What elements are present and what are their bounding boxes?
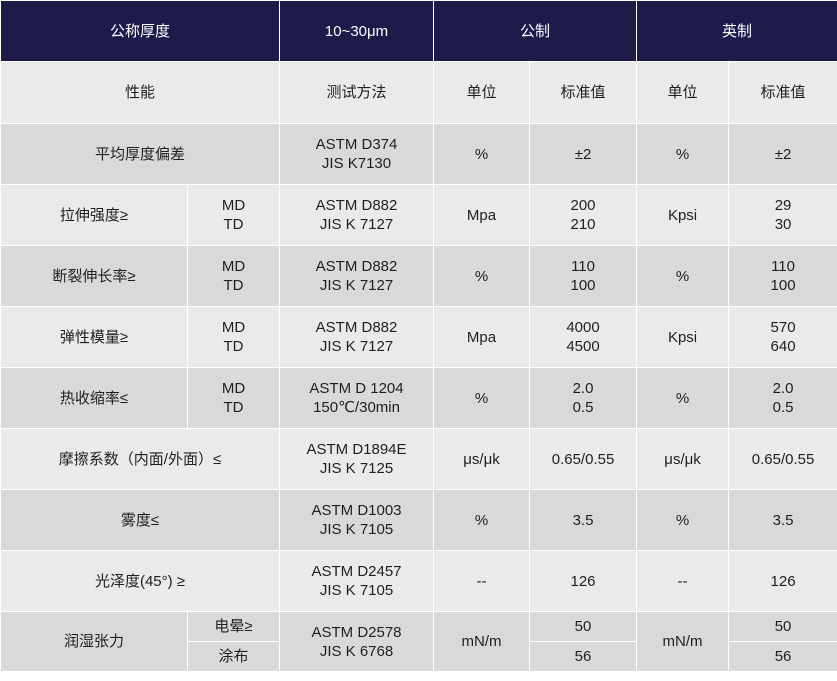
subheader-metric-value: 标准值 [529,61,638,124]
metric-value-cell: ±2 [529,123,638,185]
method-cell: ASTM D 1204 150℃/30min [279,367,435,429]
header-metric: 公制 [433,0,638,62]
property-cell: 润湿张力 [0,611,188,672]
metric-unit-cell: -- [433,550,531,612]
imperial-value-cell: 29 30 [728,184,837,246]
imperial-unit-cell: -- [636,550,730,612]
imperial-unit-cell: Kpsi [636,306,730,368]
metric-value-cell: 0.65/0.55 [529,428,638,490]
table-row: 光泽度(45°) ≥ ASTM D2457 JIS K 7105 -- 126 … [0,550,837,612]
method-cell: ASTM D2457 JIS K 7105 [279,550,435,612]
imperial-unit-cell: % [636,367,730,429]
table-row: 拉伸强度≥ MD TD ASTM D882 JIS K 7127 Mpa 200… [0,184,837,246]
metric-unit-cell: mN/m [433,611,531,672]
method-cell: ASTM D882 JIS K 7127 [279,184,435,246]
method-cell: ASTM D1894E JIS K 7125 [279,428,435,490]
imperial-unit-cell: Kpsi [636,184,730,246]
spec-table: 公称厚度 10~30μm 公制 英制 性能 测试方法 单位 标准值 单位 标准值… [0,0,837,672]
method-cell: ASTM D374 JIS K7130 [279,123,435,185]
imperial-value-cell: 570 640 [728,306,837,368]
method-cell: ASTM D1003 JIS K 7105 [279,489,435,551]
imperial-corona-value: 50 [728,611,837,642]
subheader-imperial-unit: 单位 [636,61,730,124]
method-cell: ASTM D882 JIS K 7127 [279,306,435,368]
property-cell: 弹性模量≥ [0,306,188,368]
imperial-value-cell: 126 [728,550,837,612]
imperial-unit-cell: μs/μk [636,428,730,490]
direction-cell: MD TD [186,367,281,429]
metric-value-cell: 126 [529,550,638,612]
imperial-unit-cell: mN/m [636,611,730,672]
metric-coated-value: 56 [529,641,638,672]
direction-cell: MD TD [186,245,281,307]
property-cell: 雾度≤ [0,489,281,551]
metric-value-cell: 4000 4500 [529,306,638,368]
subheader-method: 测试方法 [279,61,435,124]
imperial-value-cell: 0.65/0.55 [728,428,837,490]
table-row: 润湿张力 电晕≥ ASTM D2578 JIS K 6768 mN/m 50 m… [0,611,837,672]
metric-unit-cell: Mpa [433,306,531,368]
imperial-value-cell: ±2 [728,123,837,185]
direction-cell: MD TD [186,184,281,246]
metric-unit-cell: % [433,245,531,307]
direction-cell: MD TD [186,306,281,368]
table-row: 平均厚度偏差 ASTM D374 JIS K7130 % ±2 % ±2 [0,123,837,185]
imperial-coated-value: 56 [728,641,837,672]
subheader-property: 性能 [0,61,281,124]
metric-unit-cell: μs/μk [433,428,531,490]
metric-unit-cell: % [433,489,531,551]
metric-value-cell: 200 210 [529,184,638,246]
method-cell: ASTM D882 JIS K 7127 [279,245,435,307]
imperial-value-cell: 110 100 [728,245,837,307]
table-row: 弹性模量≥ MD TD ASTM D882 JIS K 7127 Mpa 400… [0,306,837,368]
metric-value-cell: 2.0 0.5 [529,367,638,429]
metric-value-cell: 110 100 [529,245,638,307]
table-row: 雾度≤ ASTM D1003 JIS K 7105 % 3.5 % 3.5 [0,489,837,551]
imperial-value-cell: 3.5 [728,489,837,551]
metric-unit-cell: Mpa [433,184,531,246]
property-cell: 断裂伸长率≥ [0,245,188,307]
metric-unit-cell: % [433,123,531,185]
table-row: 摩擦系数（内面/外面）≤ ASTM D1894E JIS K 7125 μs/μ… [0,428,837,490]
property-cell: 平均厚度偏差 [0,123,281,185]
subheader-row: 性能 测试方法 单位 标准值 单位 标准值 [0,61,837,124]
imperial-unit-cell: % [636,245,730,307]
header-row: 公称厚度 10~30μm 公制 英制 [0,0,837,62]
table-row: 断裂伸长率≥ MD TD ASTM D882 JIS K 7127 % 110 … [0,245,837,307]
metric-corona-value: 50 [529,611,638,642]
subheader-metric-unit: 单位 [433,61,531,124]
header-thickness-range: 10~30μm [279,0,435,62]
imperial-unit-cell: % [636,123,730,185]
coated-label: 涂布 [186,641,281,672]
header-nominal-thickness: 公称厚度 [0,0,281,62]
metric-unit-cell: % [433,367,531,429]
imperial-value-cell: 2.0 0.5 [728,367,837,429]
property-cell: 拉伸强度≥ [0,184,188,246]
metric-value-cell: 3.5 [529,489,638,551]
corona-label: 电晕≥ [186,611,281,642]
header-imperial: 英制 [636,0,837,62]
method-cell: ASTM D2578 JIS K 6768 [279,611,435,672]
subheader-imperial-value: 标准值 [728,61,837,124]
table-row: 热收缩率≤ MD TD ASTM D 1204 150℃/30min % 2.0… [0,367,837,429]
property-cell: 热收缩率≤ [0,367,188,429]
imperial-unit-cell: % [636,489,730,551]
property-cell: 摩擦系数（内面/外面）≤ [0,428,281,490]
property-cell: 光泽度(45°) ≥ [0,550,281,612]
